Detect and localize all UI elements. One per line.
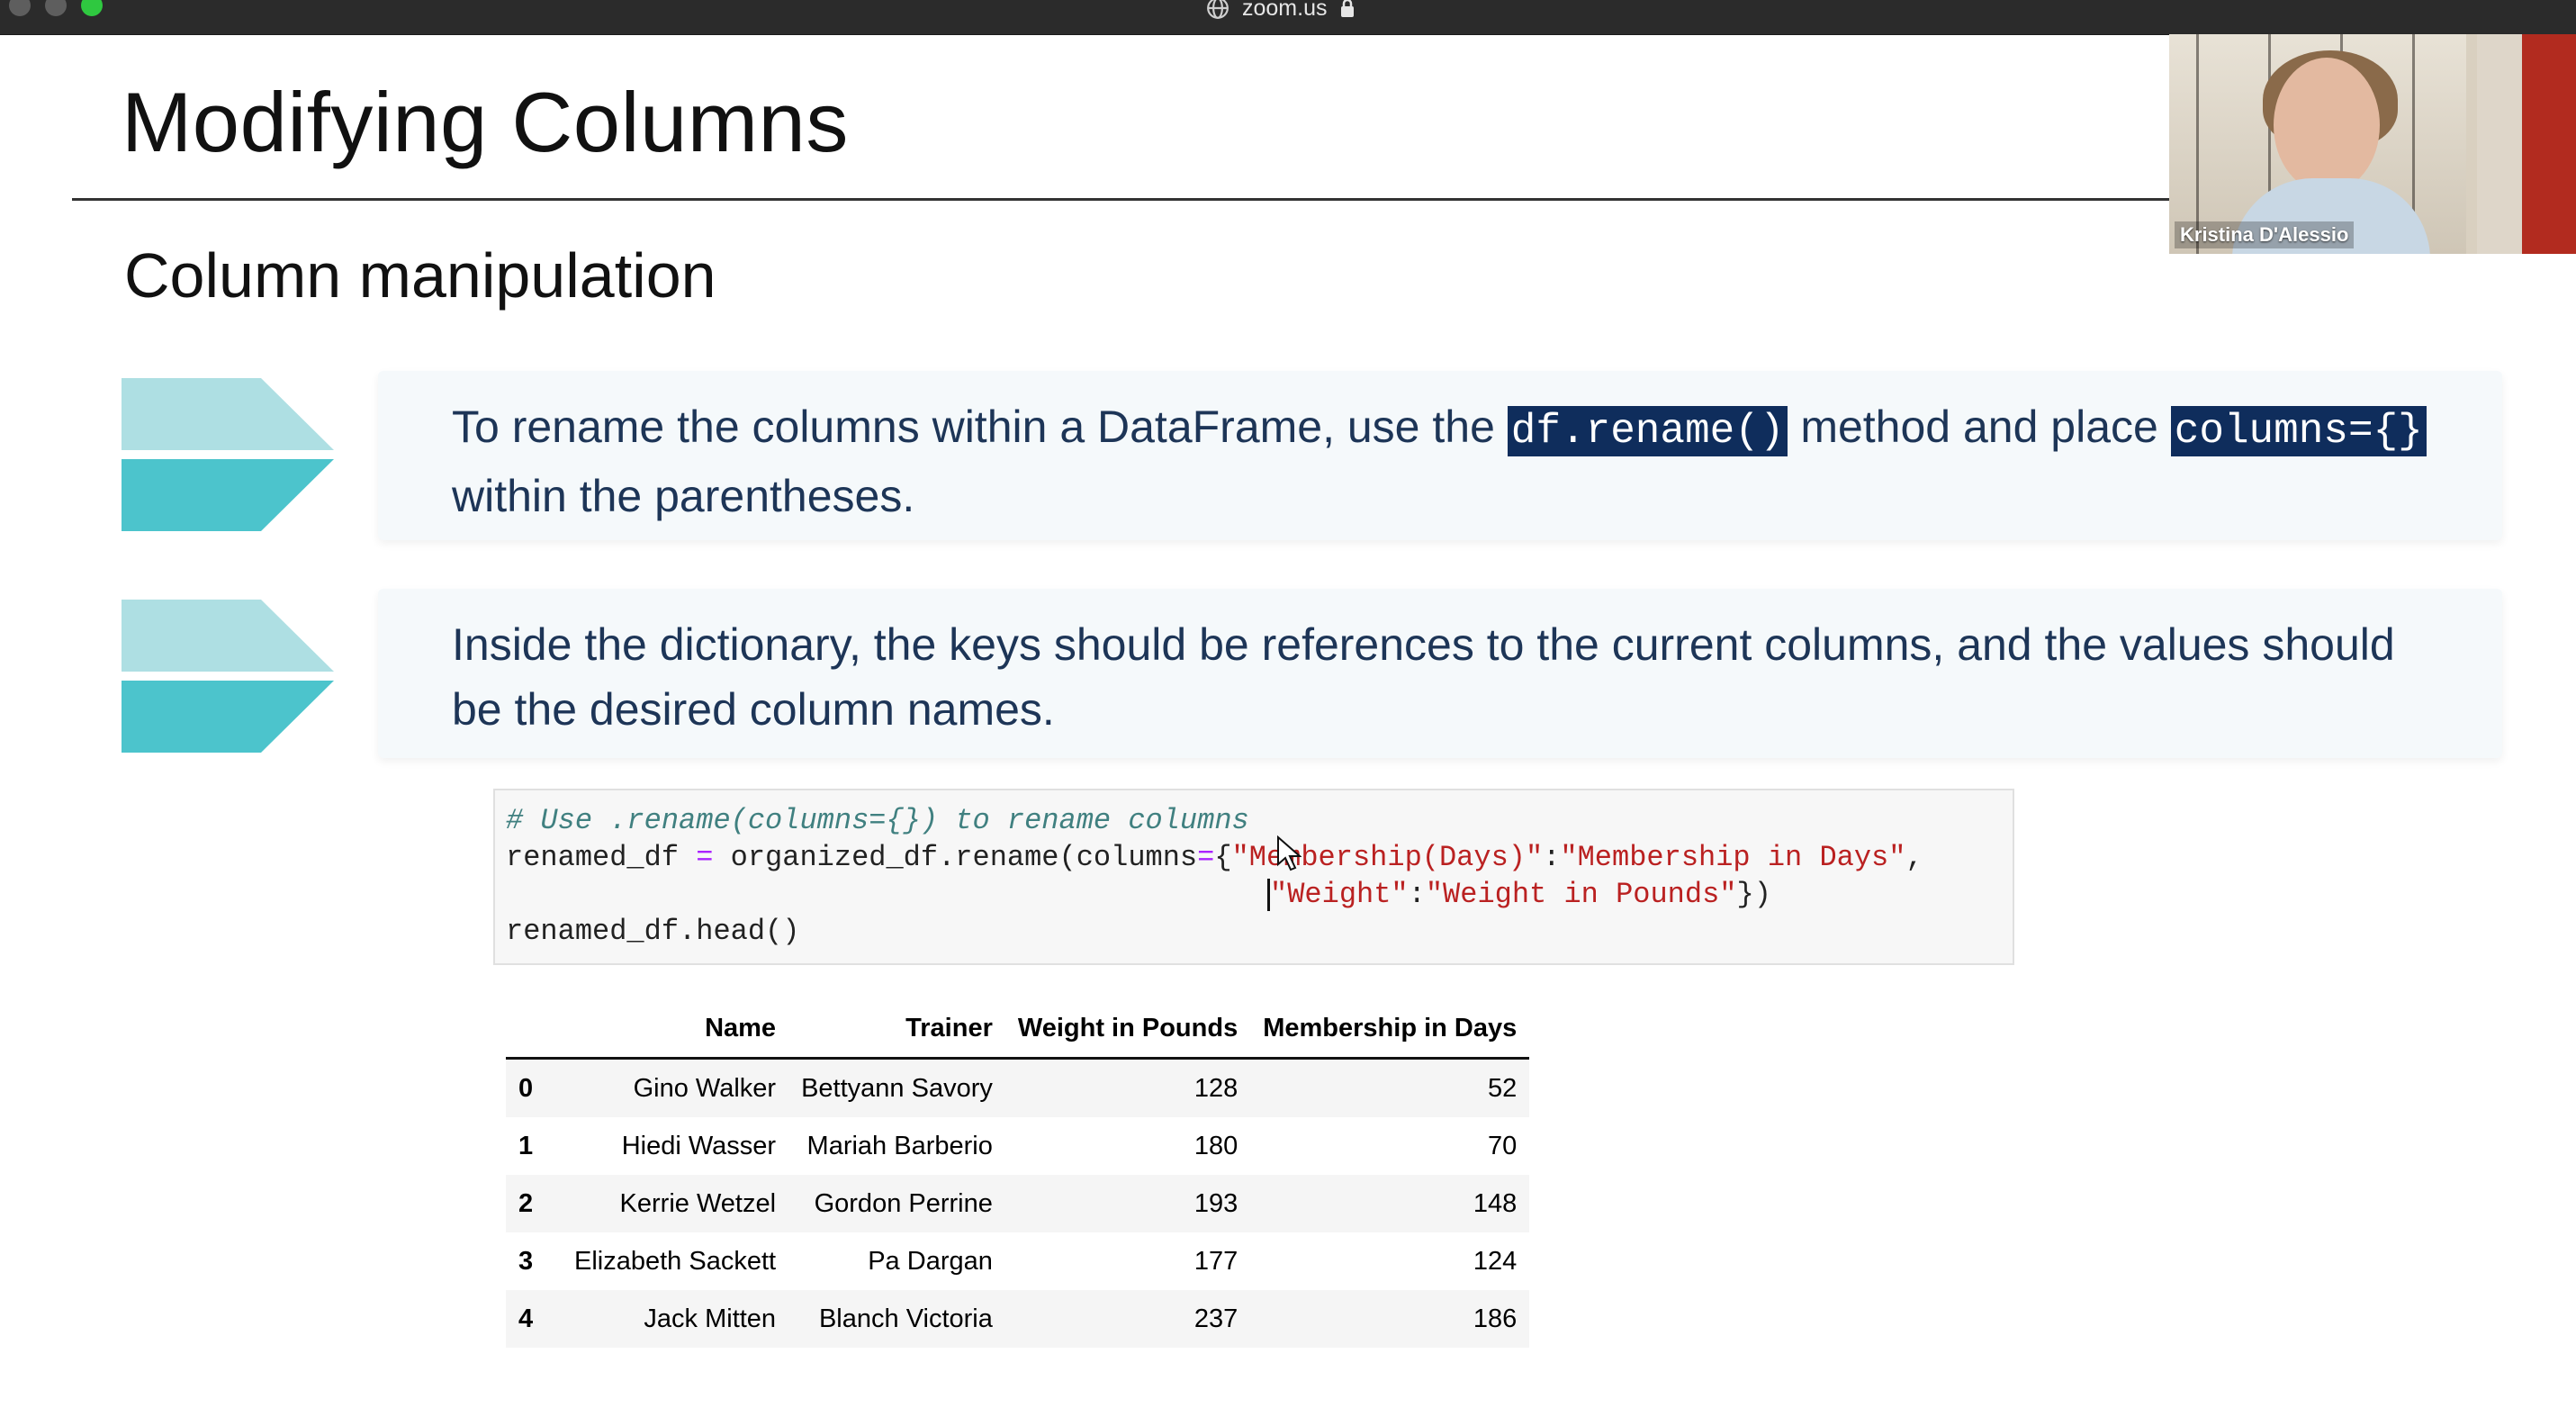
title-divider [72, 198, 2169, 201]
participant-name-label: Kristina D'Alessio [2175, 221, 2355, 248]
row-index: 1 [518, 1131, 534, 1160]
cell-name: Kerrie Wetzel [619, 1188, 777, 1218]
dataframe-table: Name Trainer Weight in Pounds Membership… [506, 999, 1530, 1348]
cell-trainer: Blanch Victoria [818, 1304, 993, 1333]
code-token: : [1543, 841, 1561, 874]
cell-trainer: Mariah Barberio [806, 1131, 993, 1160]
slide-subtitle: Column manipulation [124, 240, 716, 311]
cell-weight: 237 [1193, 1304, 1238, 1333]
lock-icon [1341, 0, 1355, 17]
header-membership: Membership in Days [1263, 1013, 1518, 1042]
video-background [2522, 34, 2576, 254]
info-card-dictionary: Inside the dictionary, the keys should b… [378, 589, 2502, 758]
card-text-part: method and place [1788, 402, 2171, 452]
window-url: zoom.us [1242, 0, 1328, 21]
cell-membership: 70 [1487, 1131, 1518, 1160]
code-operator: = [696, 841, 714, 874]
header-index [506, 999, 562, 1059]
header-trainer: Trainer [905, 1013, 993, 1042]
code-token: organized_df.rename(columns [713, 841, 1198, 874]
code-highlight-columns: columns={} [2170, 406, 2427, 456]
minimize-window-button[interactable] [45, 0, 67, 16]
code-string: "Membership in Days" [1560, 841, 1906, 874]
cell-trainer: Bettyann Savory [801, 1073, 993, 1103]
code-token: { [1214, 841, 1232, 874]
cell-name: Hiedi Wasser [621, 1131, 777, 1160]
code-line-rename: renamed_df = organized_df.rename(columns… [506, 840, 1923, 876]
header-weight: Weight in Pounds [1017, 1013, 1238, 1042]
chevron-arrow-icon [122, 600, 334, 753]
cell-trainer: Gordon Perrine [814, 1188, 993, 1218]
chevron-arrow-icon [122, 378, 334, 531]
row-index: 0 [518, 1073, 534, 1103]
code-operator: = [1197, 841, 1215, 874]
cell-weight: 177 [1193, 1246, 1238, 1276]
code-line-weight: "Weight":"Weight in Pounds"}) [1267, 877, 1771, 913]
cell-weight: 193 [1193, 1188, 1238, 1218]
close-window-button[interactable] [9, 0, 31, 16]
cell-membership: 52 [1487, 1073, 1518, 1103]
card-text-part: To rename the columns within a DataFrame… [452, 402, 1508, 452]
table-row: 4 Jack Mitten Blanch Victoria 237 186 [506, 1290, 1530, 1348]
maximize-window-button[interactable] [81, 0, 103, 16]
code-token: }) [1736, 878, 1771, 911]
header-name: Name [705, 1013, 777, 1042]
code-comment: # Use .rename(columns={}) to rename colu… [506, 804, 1249, 837]
code-token: renamed_df [506, 841, 697, 874]
code-token: , [1905, 841, 1923, 874]
window-title: zoom.us [1206, 0, 1356, 22]
card-text-rename: To rename the columns within a DataFrame… [452, 394, 2448, 528]
globe-icon [1207, 0, 1229, 19]
cell-membership: 186 [1473, 1304, 1518, 1333]
video-background [2477, 34, 2522, 254]
code-token: : [1408, 878, 1426, 911]
cell-membership: 148 [1473, 1188, 1518, 1218]
cell-weight: 180 [1193, 1131, 1238, 1160]
mouse-pointer-icon [1277, 835, 1302, 871]
code-string: "Weight" [1270, 878, 1409, 911]
participant-avatar [2274, 58, 2380, 193]
zoom-title-bar: zoom.us [0, 0, 2576, 35]
row-index: 3 [518, 1246, 534, 1276]
card-text-part: within the parentheses. [452, 471, 915, 521]
table-row: 2 Kerrie Wetzel Gordon Perrine 193 148 [506, 1175, 1530, 1232]
cell-name: Jack Mitten [644, 1304, 777, 1333]
table-row: 1 Hiedi Wasser Mariah Barberio 180 70 [506, 1117, 1529, 1175]
info-card-rename: To rename the columns within a DataFrame… [378, 371, 2502, 540]
table-row: 3 Elizabeth Sackett Pa Dargan 177 124 [506, 1232, 1529, 1290]
cell-membership: 124 [1473, 1246, 1518, 1276]
row-index: 2 [518, 1188, 534, 1218]
table-header-row: Name Trainer Weight in Pounds Membership… [506, 999, 1530, 1059]
cell-weight: 128 [1193, 1073, 1238, 1103]
participant-video[interactable]: Kristina D'Alessio [2169, 34, 2576, 254]
code-line-head: renamed_df.head() [506, 915, 800, 948]
code-string: "Weight in Pounds" [1425, 878, 1737, 911]
card-text-dictionary: Inside the dictionary, the keys should b… [452, 619, 2395, 735]
slide-title: Modifying Columns [122, 75, 849, 169]
code-highlight-rename: df.rename() [1507, 406, 1788, 456]
cell-name: Elizabeth Sackett [574, 1246, 777, 1276]
table-row: 0 Gino Walker Bettyann Savory 128 52 [506, 1058, 1530, 1117]
cell-name: Gino Walker [633, 1073, 777, 1103]
cell-trainer: Pa Dargan [868, 1246, 993, 1276]
row-index: 4 [518, 1304, 534, 1333]
code-cell[interactable]: # Use .rename(columns={}) to rename colu… [493, 789, 2014, 965]
